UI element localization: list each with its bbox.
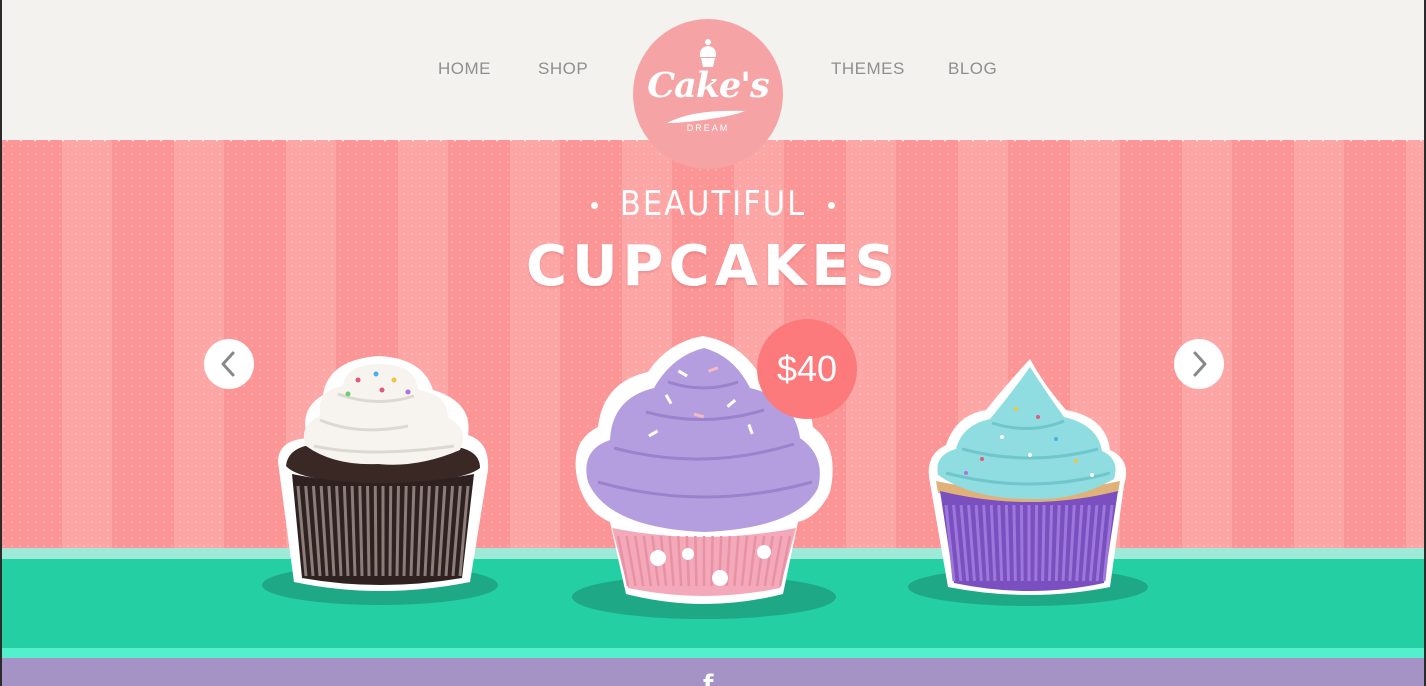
- dot-right-icon: [828, 202, 836, 209]
- site-logo[interactable]: Cake's DREAM: [633, 19, 783, 169]
- wrapper-pleat: [1034, 504, 1039, 582]
- footer-bar: f: [0, 658, 1426, 686]
- facebook-icon[interactable]: f: [703, 672, 713, 686]
- wrapper-pleat: [388, 485, 393, 577]
- page: HOME SHOP THEMES BLOG Cake's DREAM BEAUT…: [0, 0, 1426, 686]
- nav-blog-link[interactable]: BLOG: [948, 58, 997, 80]
- hero-subtitle-text: BEAUTIFUL: [619, 184, 807, 224]
- window-left-border: [0, 0, 2, 686]
- wrapper-pleat: [1019, 504, 1024, 582]
- wrapper-pleat: [1041, 504, 1046, 582]
- wrapper-pleat: [1012, 504, 1017, 582]
- wrapper-pleat: [373, 485, 378, 577]
- wrapper-pleat: [395, 485, 400, 577]
- table-front-edge: [0, 648, 1426, 658]
- wrapper-pleat: [694, 535, 698, 587]
- price-badge: $40: [757, 319, 857, 419]
- hero-subtitle: BEAUTIFUL: [0, 184, 1426, 224]
- chocolate-cupcake-image[interactable]: [258, 350, 503, 610]
- hero-title: CUPCAKES: [525, 234, 901, 299]
- logo-subtitle: DREAM: [686, 123, 730, 133]
- carousel-prev-button[interactable]: [204, 339, 254, 389]
- wrapper-pleat: [366, 485, 371, 577]
- nav-themes-link[interactable]: THEMES: [831, 58, 905, 80]
- logo-title: Cake's: [647, 65, 769, 106]
- dot-left-icon: [590, 202, 598, 209]
- nav-home-link[interactable]: HOME: [438, 58, 491, 80]
- carousel-next-button[interactable]: [1174, 339, 1224, 389]
- chevron-left-icon: [221, 351, 235, 377]
- mint-cupcake-image[interactable]: [906, 355, 1150, 610]
- nav-shop-link[interactable]: SHOP: [538, 58, 588, 80]
- chevron-right-icon: [1193, 351, 1207, 377]
